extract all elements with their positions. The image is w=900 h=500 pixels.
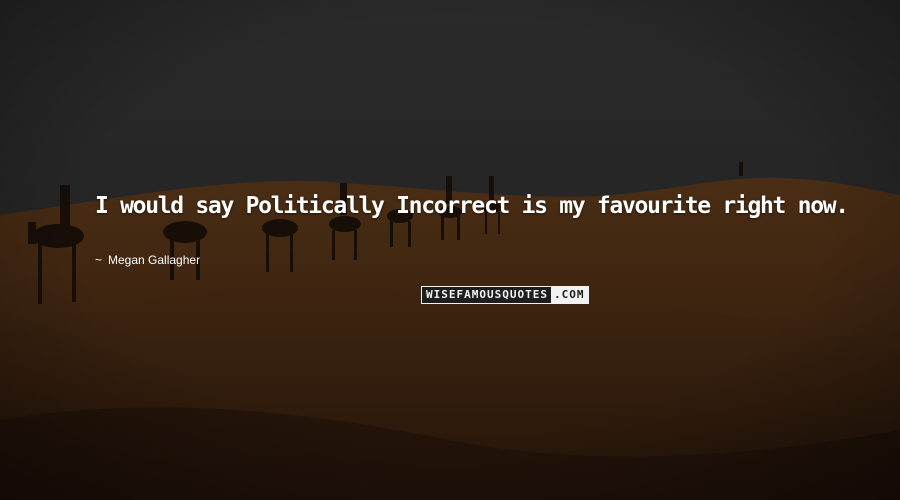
quote-author: ~ Megan Gallagher: [95, 253, 200, 267]
watermark-tld: .COM: [550, 287, 589, 303]
author-name: Megan Gallagher: [108, 253, 201, 267]
watermark-logo: WISEFAMOUSQUOTES .COM: [421, 286, 590, 304]
quote-text: I would say Politically Incorrect is my …: [95, 193, 849, 219]
author-tilde: ~: [95, 253, 103, 267]
desert-background-image: [0, 0, 900, 500]
watermark-brand: WISEFAMOUSQUOTES: [422, 287, 551, 303]
quote-card: I would say Politically Incorrect is my …: [0, 0, 900, 500]
vignette: [0, 0, 900, 500]
